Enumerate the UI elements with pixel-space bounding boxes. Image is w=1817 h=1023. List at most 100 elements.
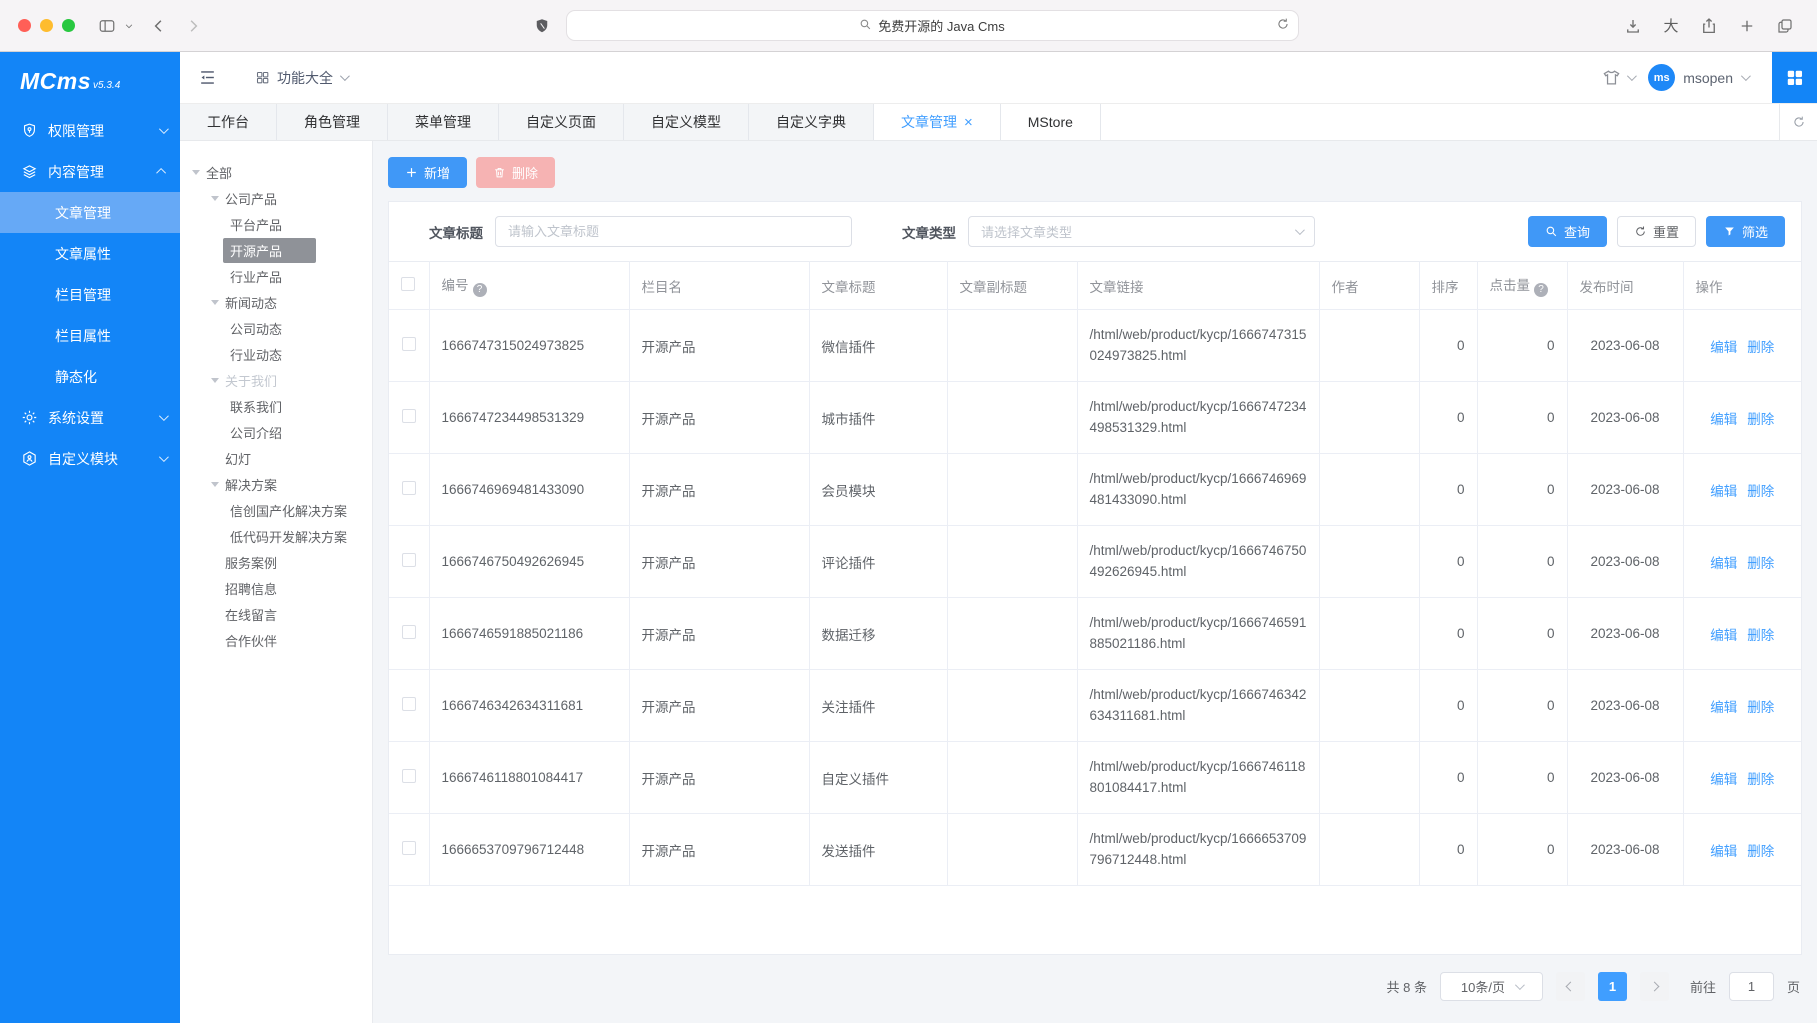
delete-link[interactable]: 删除 — [1747, 772, 1774, 787]
tab-workbench[interactable]: 工作台 — [180, 104, 277, 140]
row-checkbox[interactable] — [402, 553, 416, 567]
zoom-window-button[interactable] — [62, 19, 75, 32]
reload-icon[interactable] — [1276, 17, 1290, 34]
tree-node-platform-products[interactable]: 平台产品 — [180, 211, 372, 237]
menu-fold-icon[interactable] — [198, 68, 217, 87]
sidebar-item-static[interactable]: 静态化 — [0, 356, 180, 397]
reset-button[interactable]: 重置 — [1617, 216, 1696, 247]
delete-link[interactable]: 删除 — [1747, 700, 1774, 715]
row-checkbox[interactable] — [402, 625, 416, 639]
tree-node-company-products[interactable]: 公司产品 — [180, 185, 372, 211]
sidebar-item-custom-module[interactable]: 自定义模块 — [0, 438, 180, 479]
user-menu[interactable]: ms msopen — [1648, 64, 1748, 91]
tree-node-industry-products[interactable]: 行业产品 — [180, 263, 372, 289]
sidebar-item-column-manage[interactable]: 栏目管理 — [0, 274, 180, 315]
current-page-button[interactable]: 1 — [1598, 972, 1627, 1001]
tree-node-contact-us[interactable]: 联系我们 — [180, 393, 372, 419]
sidebar-item-column-attr[interactable]: 栏目属性 — [0, 315, 180, 356]
browser-sidebar-icon[interactable] — [93, 12, 121, 40]
privacy-shield-icon[interactable] — [528, 12, 556, 40]
sidebar-item-article-attr[interactable]: 文章属性 — [0, 233, 180, 274]
close-window-button[interactable] — [18, 19, 31, 32]
delete-link[interactable]: 删除 — [1747, 556, 1774, 571]
tab-custom-page[interactable]: 自定义页面 — [499, 104, 624, 140]
tree-node-industry-news[interactable]: 行业动态 — [180, 341, 372, 367]
delete-link[interactable]: 删除 — [1747, 484, 1774, 499]
tab-article[interactable]: 文章管理× — [874, 104, 1001, 140]
edit-link[interactable]: 编辑 — [1710, 628, 1737, 643]
type-filter-select[interactable]: 请选择文章类型 — [968, 216, 1315, 247]
share-icon[interactable] — [1695, 12, 1723, 40]
help-icon[interactable]: ? — [473, 283, 487, 297]
tree-node-slides[interactable]: 幻灯 — [180, 445, 372, 471]
url-bar[interactable]: 免费开源的 Java Cms — [566, 10, 1299, 41]
edit-link[interactable]: 编辑 — [1710, 844, 1737, 859]
add-button[interactable]: 新增 — [388, 157, 467, 188]
delete-link[interactable]: 删除 — [1747, 412, 1774, 427]
sidebar-item-system[interactable]: 系统设置 — [0, 397, 180, 438]
search-button[interactable]: 查询 — [1528, 216, 1607, 247]
help-icon[interactable]: ? — [1534, 283, 1548, 297]
sidebar-item-permission[interactable]: 权限管理 — [0, 110, 180, 151]
sidebar-item-article-manage[interactable]: 文章管理 — [0, 192, 180, 233]
filter-button[interactable]: 筛选 — [1706, 216, 1785, 247]
tree-node-company-intro[interactable]: 公司介绍 — [180, 419, 372, 445]
edit-link[interactable]: 编辑 — [1710, 772, 1737, 787]
tree-node-lowcode-solution[interactable]: 低代码开发解决方案 — [180, 523, 372, 549]
caret-down-icon[interactable] — [211, 378, 219, 383]
edit-link[interactable]: 编辑 — [1710, 484, 1737, 499]
tree-node-partners[interactable]: 合作伙伴 — [180, 627, 372, 653]
text-size-icon[interactable]: 大 — [1657, 12, 1685, 40]
tree-node-recruitment[interactable]: 招聘信息 — [180, 575, 372, 601]
tree-node-service-cases[interactable]: 服务案例 — [180, 549, 372, 575]
delete-link[interactable]: 删除 — [1747, 340, 1774, 355]
tab-custom-dict[interactable]: 自定义字典 — [749, 104, 874, 140]
sidebar-item-content[interactable]: 内容管理 — [0, 151, 180, 192]
row-checkbox[interactable] — [402, 337, 416, 351]
select-all-checkbox[interactable] — [401, 277, 415, 291]
back-icon[interactable] — [145, 12, 173, 40]
tree-node-news[interactable]: 新闻动态 — [180, 289, 372, 315]
minimize-window-button[interactable] — [40, 19, 53, 32]
caret-down-icon[interactable] — [211, 300, 219, 305]
chevron-down-icon[interactable] — [121, 12, 137, 40]
title-filter-input[interactable] — [495, 216, 852, 247]
tree-node-xinchuang-solution[interactable]: 信创国产化解决方案 — [180, 497, 372, 523]
edit-link[interactable]: 编辑 — [1710, 556, 1737, 571]
close-icon[interactable]: × — [964, 115, 973, 130]
tab-menu[interactable]: 菜单管理 — [388, 104, 499, 140]
tab-role[interactable]: 角色管理 — [277, 104, 388, 140]
new-tab-icon[interactable] — [1733, 12, 1761, 40]
row-checkbox[interactable] — [402, 841, 416, 855]
delete-link[interactable]: 删除 — [1747, 628, 1774, 643]
tab-overview-icon[interactable] — [1771, 12, 1799, 40]
forward-icon[interactable] — [179, 12, 207, 40]
caret-down-icon[interactable] — [192, 170, 200, 175]
refresh-tabs-button[interactable] — [1779, 104, 1817, 140]
delete-link[interactable]: 删除 — [1747, 844, 1774, 859]
prev-page-button[interactable] — [1556, 972, 1585, 1001]
tree-node-open-source-products[interactable]: 开源产品 — [180, 237, 372, 263]
apps-grid-button[interactable] — [1772, 52, 1817, 103]
row-checkbox[interactable] — [402, 409, 416, 423]
edit-link[interactable]: 编辑 — [1710, 340, 1737, 355]
tab-mstore[interactable]: MStore — [1001, 104, 1101, 140]
row-checkbox[interactable] — [402, 769, 416, 783]
next-page-button[interactable] — [1640, 972, 1669, 1001]
tree-node-all[interactable]: 全部 — [180, 159, 372, 185]
page-size-select[interactable]: 10条/页 — [1440, 972, 1543, 1001]
tree-node-online-message[interactable]: 在线留言 — [180, 601, 372, 627]
tab-custom-model[interactable]: 自定义模型 — [624, 104, 749, 140]
theme-switcher[interactable] — [1602, 68, 1634, 87]
caret-down-icon[interactable] — [211, 482, 219, 487]
edit-link[interactable]: 编辑 — [1710, 700, 1737, 715]
goto-page-input[interactable] — [1729, 972, 1774, 1001]
feature-menu[interactable]: 功能大全 — [255, 68, 347, 88]
edit-link[interactable]: 编辑 — [1710, 412, 1737, 427]
tree-node-company-news[interactable]: 公司动态 — [180, 315, 372, 341]
caret-down-icon[interactable] — [211, 196, 219, 201]
row-checkbox[interactable] — [402, 697, 416, 711]
tree-node-about-us[interactable]: 关于我们 — [180, 367, 372, 393]
tree-node-solutions[interactable]: 解决方案 — [180, 471, 372, 497]
download-icon[interactable] — [1619, 12, 1647, 40]
